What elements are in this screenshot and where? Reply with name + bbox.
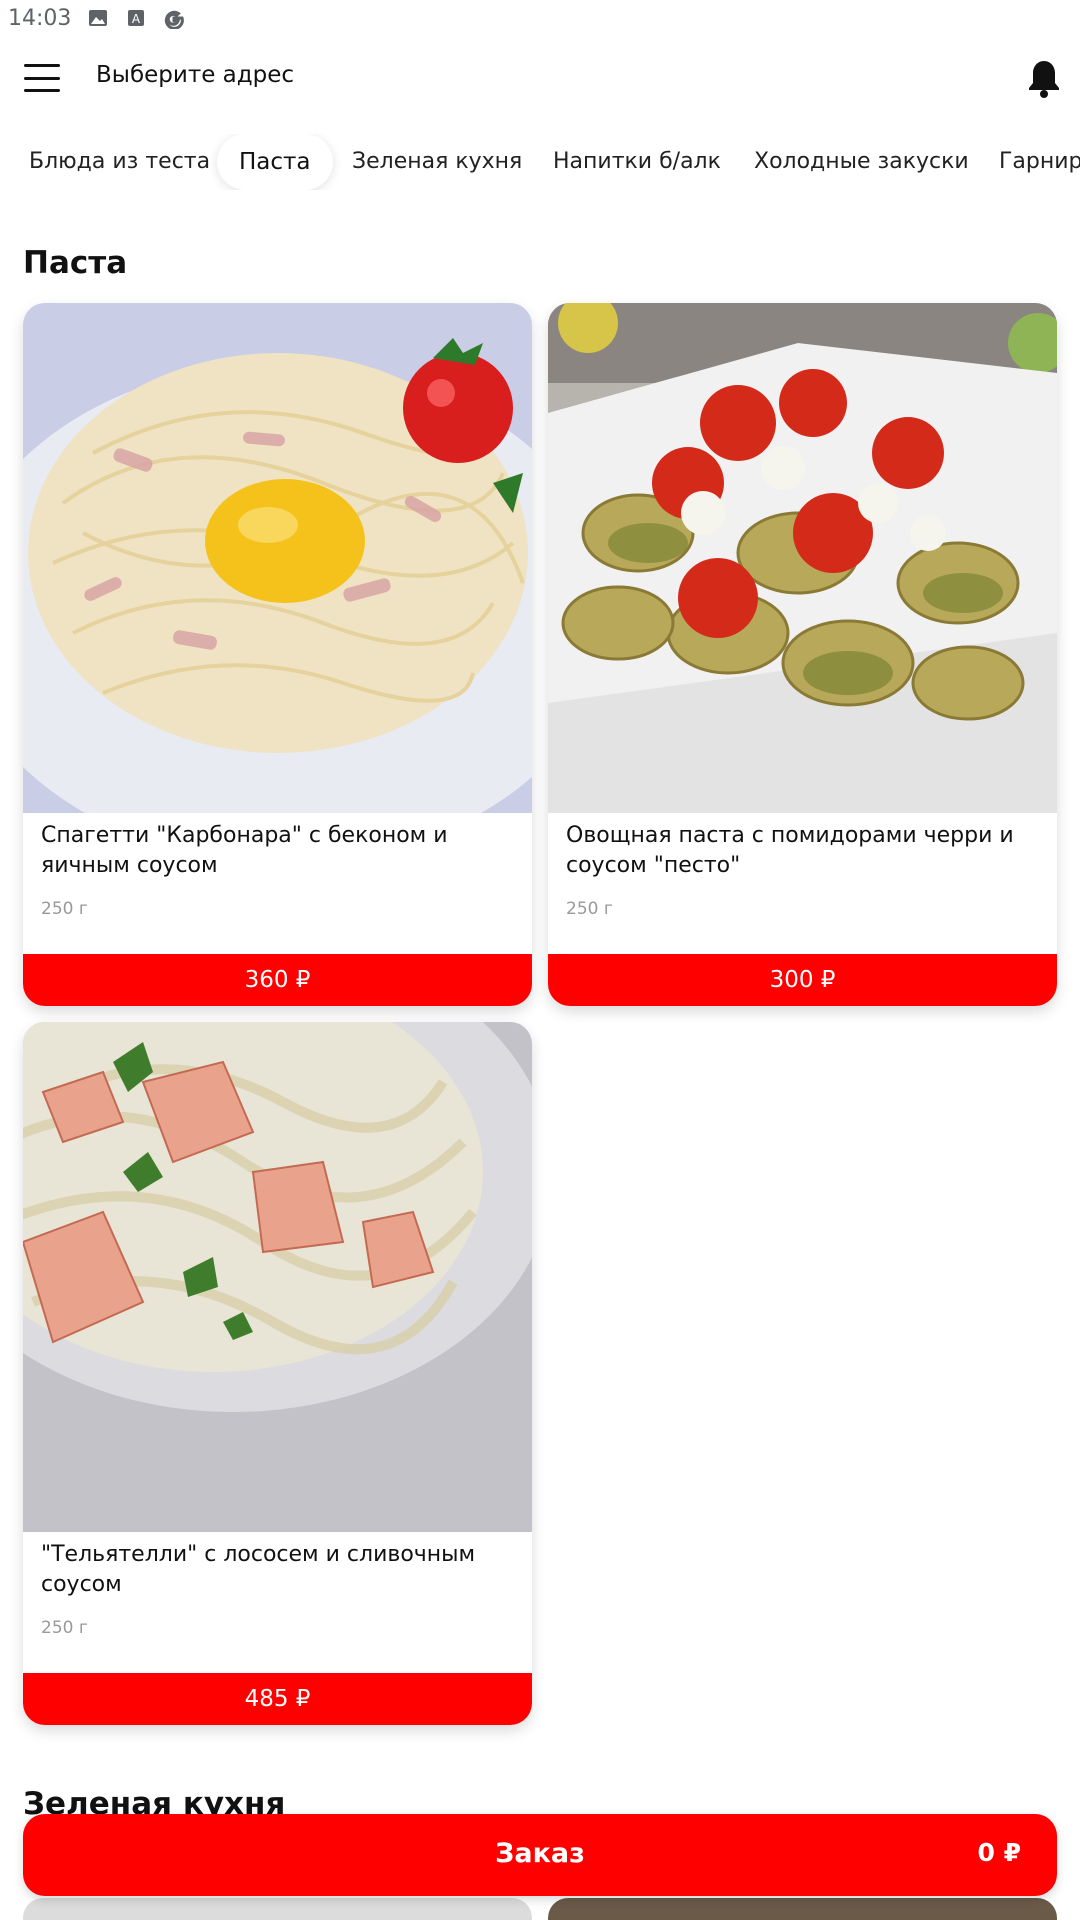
menu-icon[interactable] [24,64,60,92]
bell-icon[interactable] [1026,58,1062,98]
product-card[interactable]: Овощная паста с помидорами черри и соусо… [548,303,1057,1006]
address-selector[interactable]: Выберите адрес [96,62,294,88]
product-name: "Тельятелли" с лососем и сливочным соусо… [41,1542,476,1597]
font-icon: A [125,7,147,29]
status-bar: 14:03 A [0,0,1080,36]
image-icon [87,7,109,29]
product-name: Спагетти "Карбонара" с беконом и яичным … [41,823,448,878]
product-image [548,303,1057,813]
tab-cold-appetizers[interactable]: Холодные закуски [754,134,969,190]
app-header: Выберите адрес [0,36,1080,120]
tab-garnish[interactable]: Гарнир [999,134,1080,190]
svg-text:A: A [132,12,141,26]
tab-dough-dishes[interactable]: Блюда из теста [29,134,210,190]
product-weight: 250 г [566,899,613,919]
product-card[interactable]: Спагетти "Карбонара" с беконом и яичным … [23,303,532,1006]
price-button[interactable]: 485 ₽ [23,1673,532,1725]
price-button[interactable]: 360 ₽ [23,954,532,1006]
order-button[interactable]: Заказ 0 ₽ [23,1814,1057,1896]
product-name: Овощная паста с помидорами черри и соусо… [566,823,1014,878]
product-card-peek[interactable] [548,1898,1057,1920]
tab-pasta[interactable]: Паста [217,134,333,190]
order-total: 0 ₽ [977,1838,1022,1867]
status-time: 14:03 [8,5,72,31]
order-label: Заказ [495,1838,585,1869]
product-image [23,303,532,813]
product-card[interactable]: "Тельятелли" с лососем и сливочным соусо… [23,1022,532,1725]
product-weight: 250 г [41,899,88,919]
product-weight: 250 г [41,1618,88,1638]
tab-soft-drinks[interactable]: Напитки б/алк [553,134,721,190]
price-button[interactable]: 300 ₽ [548,954,1057,1006]
category-tabs: Блюда из теста Паста Зеленая кухня Напит… [0,134,1080,190]
product-card-peek[interactable] [23,1898,532,1920]
tab-green-kitchen[interactable]: Зеленая кухня [352,134,522,190]
product-image [23,1022,532,1532]
google-icon [163,7,185,29]
section-title-pasta: Паста [23,245,128,281]
